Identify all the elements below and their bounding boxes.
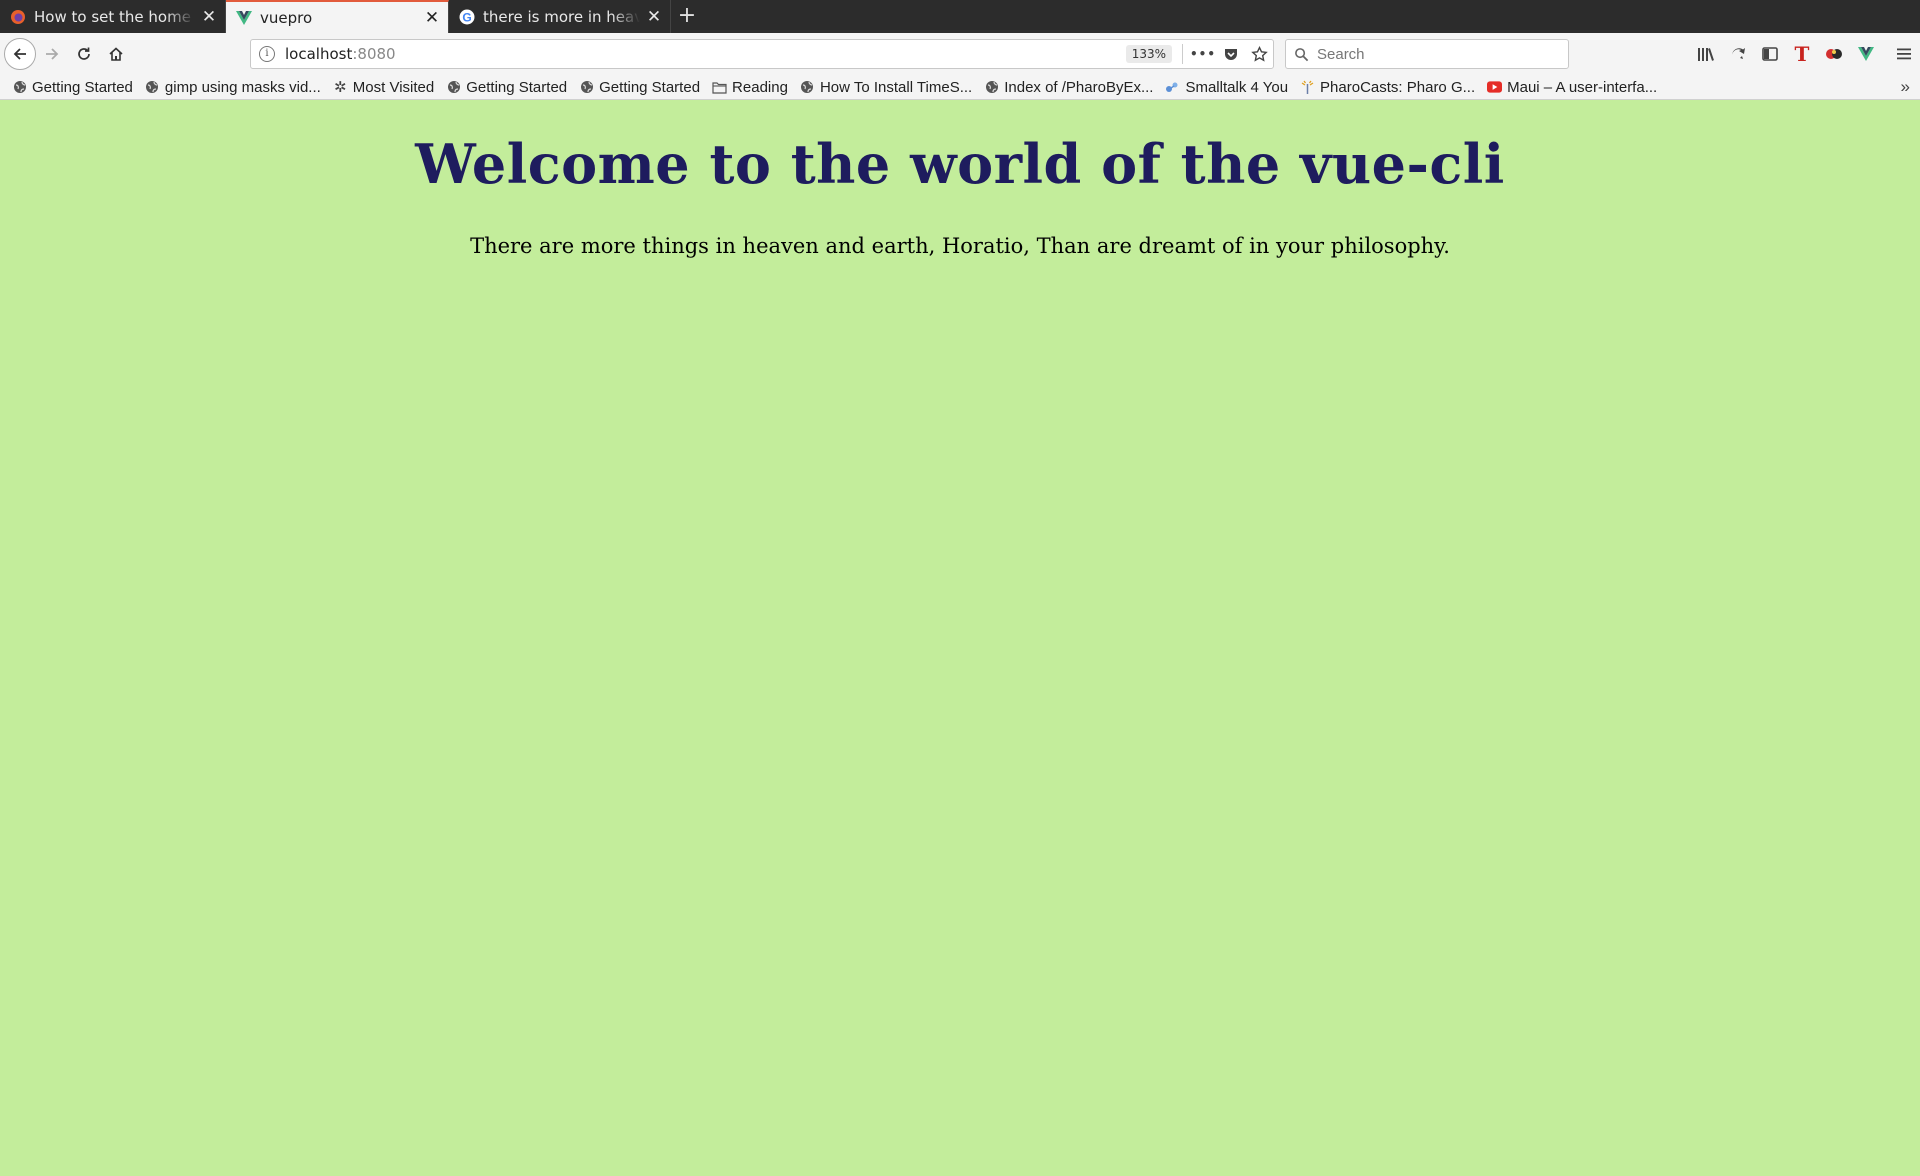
- bookmark-item[interactable]: Getting Started: [446, 79, 567, 96]
- globe-icon: [984, 80, 999, 95]
- bookmark-label: Smalltalk 4 You: [1185, 78, 1289, 96]
- bookmark-folder-reading[interactable]: Reading: [712, 79, 788, 96]
- bookmark-item[interactable]: Smalltalk 4 You: [1165, 79, 1288, 96]
- search-icon: [1294, 47, 1309, 62]
- url-bar[interactable]: i localhost:8080 133% •••: [250, 39, 1274, 69]
- smalltalk-icon: [1165, 80, 1180, 95]
- zoom-level-badge[interactable]: 133%: [1125, 45, 1172, 63]
- translate-extension-icon[interactable]: T: [1786, 38, 1818, 70]
- bookmark-label: Most Visited: [352, 78, 435, 96]
- bookmark-label: PharoCasts: Pharo G...: [1320, 78, 1476, 96]
- arrow-right-icon: [46, 48, 59, 60]
- url-host: localhost: [285, 45, 353, 63]
- bookmark-item[interactable]: Index of /PharoByEx...: [984, 79, 1153, 96]
- bookmark-label: How To Install TimeS...: [819, 78, 973, 96]
- bookmark-label: gimp using masks vid...: [164, 78, 321, 96]
- globe-icon: [579, 80, 594, 95]
- divider: [1182, 44, 1183, 64]
- bookmark-item[interactable]: Maui – A user-interfa...: [1487, 79, 1657, 96]
- bookmark-item[interactable]: Getting Started: [579, 79, 700, 96]
- home-icon: [109, 47, 123, 61]
- firefox-icon: [10, 9, 26, 25]
- vue-devtools-icon[interactable]: [1850, 38, 1882, 70]
- globe-icon: [145, 80, 160, 95]
- pocket-icon[interactable]: [1217, 41, 1245, 67]
- bookmark-item[interactable]: How To Install TimeS...: [800, 79, 972, 96]
- globe-icon: [12, 80, 27, 95]
- bookmark-item[interactable]: Getting Started: [12, 79, 133, 96]
- close-icon[interactable]: ✕: [201, 8, 217, 25]
- bookmark-label: Maui – A user-interfa...: [1507, 78, 1658, 96]
- folder-icon: [712, 80, 727, 95]
- bookmark-item[interactable]: gimp using masks vid...: [145, 79, 321, 96]
- reload-button[interactable]: [68, 38, 100, 70]
- gear-icon: ✲: [334, 79, 347, 96]
- tab-title: there is more in heaven and earth: [483, 7, 640, 26]
- library-icon[interactable]: [1690, 38, 1722, 70]
- arrow-left-icon: [13, 48, 26, 60]
- globe-icon: [446, 80, 461, 95]
- sync-icon[interactable]: [1722, 38, 1754, 70]
- page-heading: Welcome to the world of the vue-cli: [415, 132, 1505, 196]
- google-icon: G: [459, 9, 475, 25]
- hamburger-menu-icon[interactable]: [1888, 38, 1920, 70]
- tab-title: vuepro: [260, 8, 313, 27]
- tab-home-page-help[interactable]: How to set the home page ✕: [0, 0, 226, 33]
- url-port: :8080: [352, 45, 396, 63]
- svg-text:G: G: [462, 10, 471, 24]
- reload-icon: [78, 47, 90, 60]
- navigation-toolbar: i localhost:8080 133% ••• T: [0, 33, 1920, 75]
- back-button[interactable]: [4, 38, 36, 70]
- tab-google-search[interactable]: G there is more in heaven and earth ✕: [449, 0, 671, 33]
- vue-icon: [236, 10, 252, 26]
- page-content: Welcome to the world of the vue-cli Ther…: [0, 100, 1920, 1176]
- forward-button[interactable]: [36, 38, 68, 70]
- home-button[interactable]: [100, 38, 132, 70]
- tab-vuepro[interactable]: vuepro ✕: [226, 0, 449, 33]
- new-tab-button[interactable]: +: [671, 0, 703, 33]
- extension-icon[interactable]: [1818, 38, 1850, 70]
- bookmark-label: Index of /PharoByEx...: [1004, 78, 1154, 96]
- bookmark-label: Getting Started: [466, 78, 568, 96]
- globe-icon: [800, 80, 815, 95]
- bookmark-item[interactable]: PharoCasts: Pharo G...: [1300, 79, 1475, 96]
- tab-title: How to set the home page: [34, 7, 195, 26]
- bookmarks-toolbar: Getting Started gimp using masks vid... …: [0, 75, 1920, 100]
- info-icon[interactable]: i: [259, 46, 275, 62]
- bookmarks-overflow-chevron-icon[interactable]: »: [1901, 75, 1910, 99]
- bookmark-label: Reading: [732, 78, 788, 96]
- bookmark-label: Getting Started: [599, 78, 701, 96]
- youtube-icon: [1487, 80, 1503, 95]
- bookmark-folder-most-visited[interactable]: ✲ Most Visited: [333, 78, 435, 97]
- page-quote: There are more things in heaven and eart…: [470, 234, 1450, 258]
- pharo-icon: [1300, 80, 1315, 95]
- tab-strip: How to set the home page ✕ vuepro ✕ G th…: [0, 0, 1920, 33]
- sidebar-icon[interactable]: [1754, 38, 1786, 70]
- search-bar[interactable]: [1285, 39, 1569, 69]
- bookmark-label: Getting Started: [32, 78, 133, 96]
- page-actions-button[interactable]: •••: [1189, 41, 1217, 67]
- toolbar-right: T: [1690, 38, 1920, 70]
- search-input[interactable]: [1315, 44, 1549, 64]
- close-icon[interactable]: ✕: [424, 9, 440, 26]
- close-icon[interactable]: ✕: [646, 8, 662, 25]
- bookmark-star-icon[interactable]: [1245, 41, 1273, 67]
